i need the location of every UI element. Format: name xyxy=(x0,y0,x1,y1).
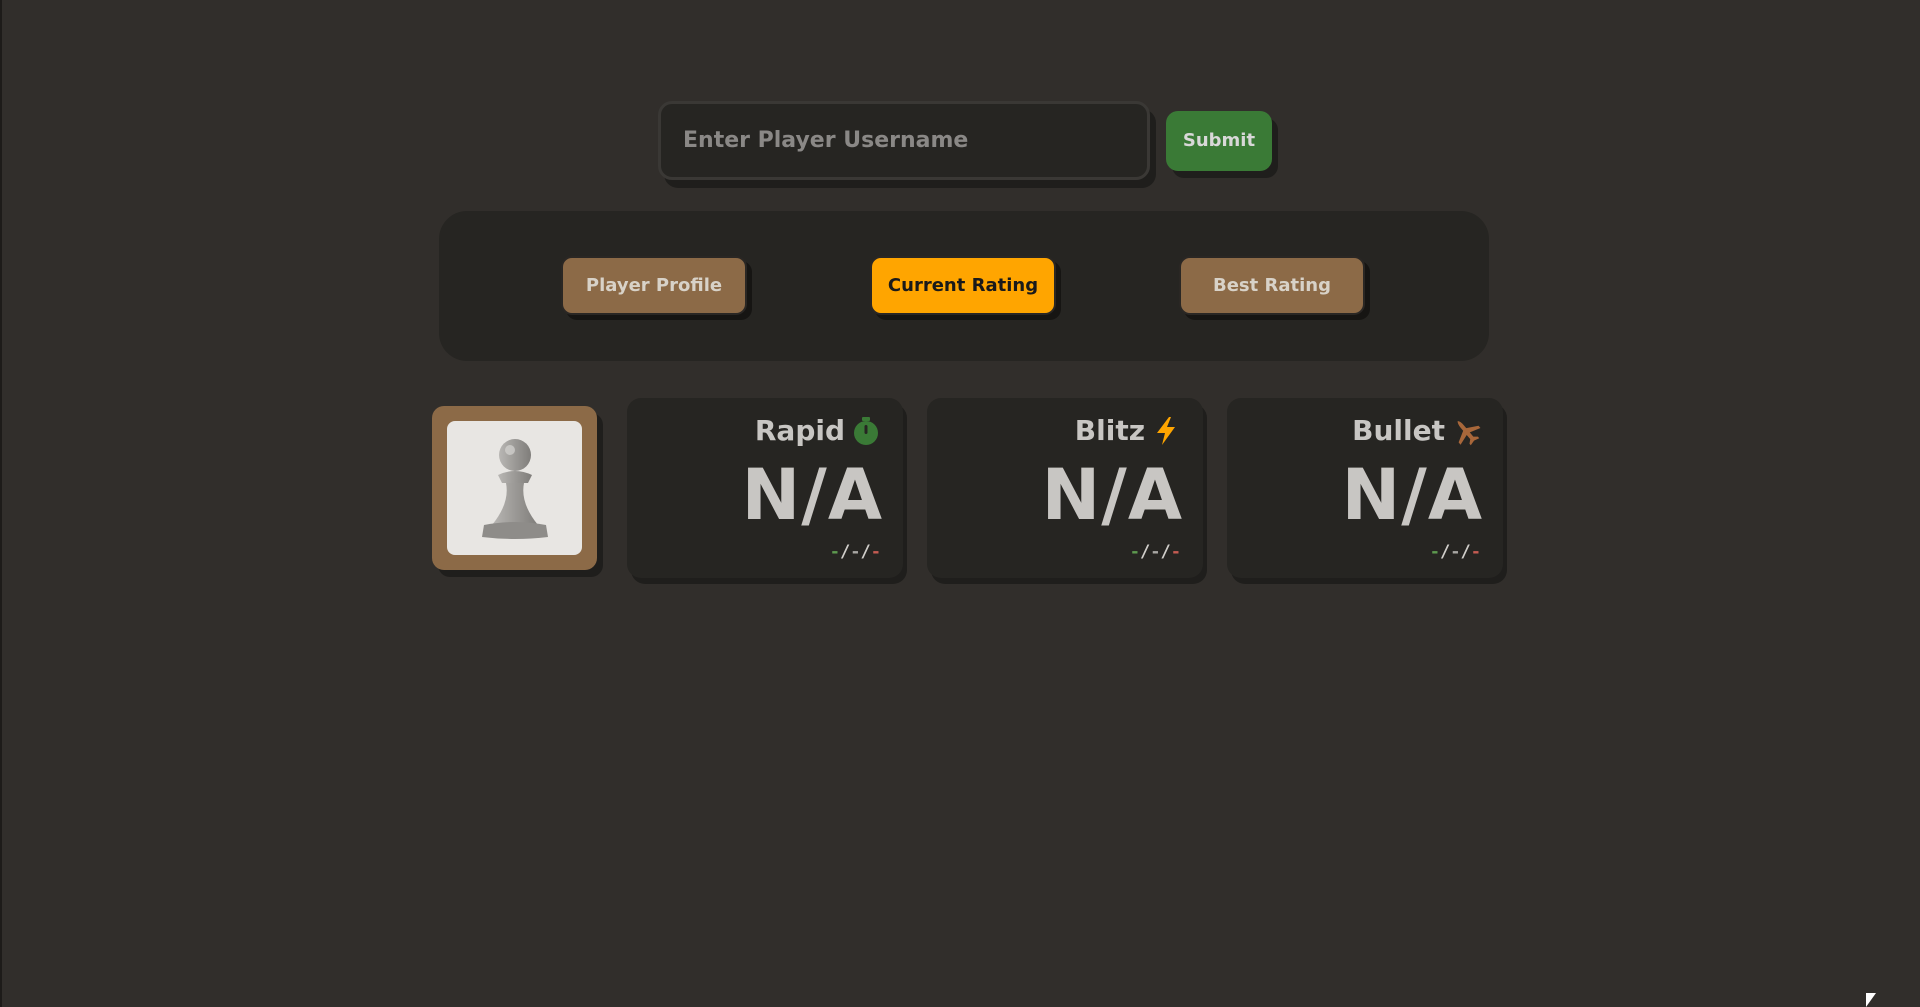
wins: - xyxy=(1129,542,1140,562)
submit-button[interactable]: Submit xyxy=(1166,110,1272,171)
jet-icon xyxy=(1457,420,1481,445)
blitz-rating-card: Blitz N/A -/-/- xyxy=(927,398,1203,578)
rating-value: N/A xyxy=(1341,454,1483,536)
wins: - xyxy=(1429,542,1440,562)
card-header: Bullet xyxy=(1352,414,1481,447)
win-draw-loss-record: -/-/- xyxy=(830,542,881,562)
separator: / xyxy=(1140,542,1151,562)
avatar-card xyxy=(432,406,597,570)
separator: / xyxy=(840,542,851,562)
losses: - xyxy=(1470,542,1481,562)
search-row: Submit xyxy=(658,101,1272,180)
page: Submit Player Profile Current Rating Bes… xyxy=(0,0,1920,1007)
card-header: Blitz xyxy=(1075,414,1181,447)
username-input[interactable] xyxy=(658,101,1150,180)
card-title: Rapid xyxy=(754,414,845,447)
tab-best-rating[interactable]: Best Rating xyxy=(1179,256,1365,315)
lightning-icon xyxy=(1157,416,1175,445)
bullet-rating-card: Bullet N/A -/-/- xyxy=(1227,398,1503,578)
separator: / xyxy=(1440,542,1451,562)
win-draw-loss-record: -/-/- xyxy=(1430,542,1481,562)
separator: / xyxy=(1160,542,1171,562)
losses: - xyxy=(1170,542,1181,562)
win-draw-loss-record: -/-/- xyxy=(1130,542,1181,562)
tab-panel: Player Profile Current Rating Best Ratin… xyxy=(439,211,1489,361)
losses: - xyxy=(870,542,881,562)
draws: - xyxy=(1150,542,1161,562)
card-title: Bullet xyxy=(1352,414,1445,447)
avatar xyxy=(447,421,582,555)
pawn-icon xyxy=(481,439,548,539)
draws: - xyxy=(850,542,861,562)
wins: - xyxy=(829,542,840,562)
rating-value: N/A xyxy=(1041,454,1183,536)
separator: / xyxy=(860,542,871,562)
tab-player-profile[interactable]: Player Profile xyxy=(561,256,747,315)
separator: / xyxy=(1460,542,1471,562)
draws: - xyxy=(1450,542,1461,562)
tab-current-rating[interactable]: Current Rating xyxy=(870,256,1056,315)
card-header: Rapid xyxy=(755,414,881,447)
rating-value: N/A xyxy=(741,454,883,536)
stopwatch-icon xyxy=(854,416,878,445)
mouse-cursor xyxy=(1866,993,1876,1007)
card-title: Blitz xyxy=(1074,414,1145,447)
rapid-rating-card: Rapid N/A -/-/- xyxy=(627,398,903,578)
